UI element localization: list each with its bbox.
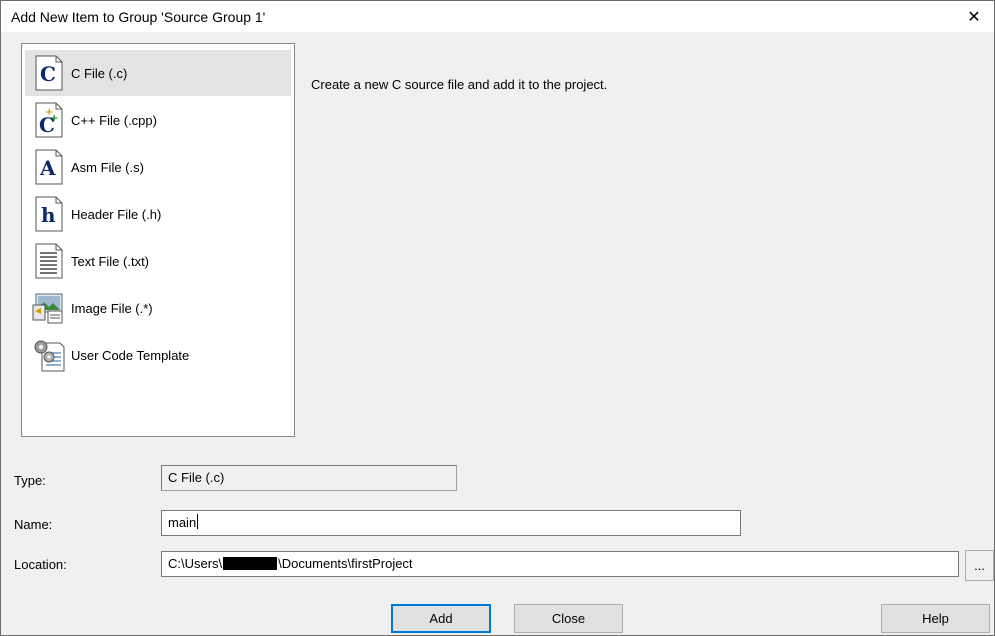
list-item-user-code-template[interactable]: User Code Template (25, 332, 291, 378)
text-file-icon (31, 239, 67, 283)
svg-text:+: + (50, 113, 58, 124)
help-button[interactable]: Help (881, 604, 990, 633)
list-item-header-file[interactable]: h Header File (.h) (25, 191, 291, 237)
name-value: main (168, 515, 197, 530)
asm-file-icon: A (31, 145, 67, 189)
cpp-file-icon: C + + (31, 98, 67, 142)
text-caret (197, 514, 199, 529)
list-item-cpp-file[interactable]: C + + C++ File (.cpp) (25, 97, 291, 143)
add-new-item-dialog: Add New Item to Group 'Source Group 1' ✕… (0, 0, 995, 636)
user-code-template-icon (31, 333, 67, 377)
location-prefix: C:\Users\ (168, 556, 223, 571)
c-file-icon: C (31, 51, 67, 95)
close-window-button[interactable]: ✕ (956, 1, 992, 32)
type-value: C File (.c) (168, 470, 225, 485)
list-item-image-file[interactable]: Image File (.*) (25, 285, 291, 331)
item-description: Create a new C source file and add it to… (311, 77, 608, 92)
close-icon: ✕ (967, 8, 981, 26)
svg-text:C: C (40, 62, 56, 86)
list-item-label: User Code Template (71, 347, 190, 363)
title-bar: Add New Item to Group 'Source Group 1' ✕ (1, 1, 994, 32)
list-item-label: C File (.c) (71, 65, 128, 81)
list-item-label: Asm File (.s) (71, 159, 144, 175)
item-type-list[interactable]: C C File (.c) C + + C++ File (.cpp) A As… (21, 43, 295, 437)
browse-label: ... (974, 558, 985, 573)
add-button[interactable]: Add (391, 604, 491, 633)
close-button-label: Close (551, 611, 586, 626)
list-item-asm-file[interactable]: A Asm File (.s) (25, 144, 291, 190)
add-button-label: Add (429, 611, 453, 626)
list-item-label: Header File (.h) (71, 206, 162, 222)
redacted-username (223, 557, 278, 570)
location-suffix: \Documents\firstProject (278, 556, 413, 571)
name-label: Name: (14, 517, 53, 532)
dialog-title: Add New Item to Group 'Source Group 1' (11, 9, 266, 25)
name-input[interactable]: main (161, 510, 741, 536)
svg-text:h: h (41, 203, 56, 227)
browse-button[interactable]: ... (965, 550, 994, 581)
location-input[interactable]: C:\Users\ \Documents\firstProject (161, 551, 959, 577)
type-field: C File (.c) (161, 465, 457, 491)
help-button-label: Help (922, 611, 949, 626)
list-item-text-file[interactable]: Text File (.txt) (25, 238, 291, 284)
list-item-label: Image File (.*) (71, 300, 153, 316)
header-file-icon: h (31, 192, 67, 236)
svg-text:A: A (39, 156, 56, 180)
location-label: Location: (14, 557, 67, 572)
close-button[interactable]: Close (514, 604, 623, 633)
list-item-c-file[interactable]: C C File (.c) (25, 50, 291, 96)
image-file-icon (31, 286, 67, 330)
list-item-label: C++ File (.cpp) (71, 112, 157, 128)
list-item-label: Text File (.txt) (71, 253, 150, 269)
type-label: Type: (14, 473, 46, 488)
